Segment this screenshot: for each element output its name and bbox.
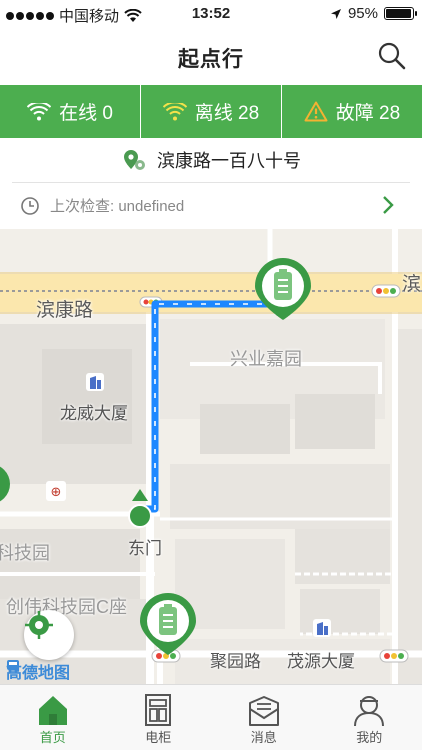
fault-filter[interactable]: 故障 28: [282, 85, 422, 138]
crosshair-icon: [25, 611, 53, 639]
online-label: 在线 0: [59, 103, 113, 124]
poi-maoyuan: 茂源大厦: [287, 652, 355, 671]
road-label-binkang-edge: 滨: [402, 274, 422, 295]
offline-filter[interactable]: 离线 28: [141, 85, 282, 138]
battery-fill: [386, 9, 411, 18]
tab-bar: 首页 电柜 消息 我的: [0, 684, 422, 750]
battery-icon: [384, 7, 417, 20]
page-title: 起点行: [178, 48, 244, 71]
address-text: 滨康路一百八十号: [157, 151, 301, 171]
clock-icon: [21, 196, 39, 215]
poi-longwei: 龙威大厦: [60, 404, 128, 423]
last-check-text: 上次检查: undefined: [50, 198, 185, 215]
location-arrow-icon: [330, 8, 341, 19]
tab-messages-label: 消息: [250, 730, 277, 745]
poi-xingye: 兴业嘉园: [230, 349, 302, 369]
chevron-right-icon[interactable]: [382, 195, 394, 215]
tab-profile-label: 我的: [356, 730, 383, 745]
tab-home[interactable]: 首页: [0, 685, 106, 750]
warning-icon: [304, 101, 328, 122]
locate-me-button[interactable]: [24, 610, 74, 660]
fault-label: 故障 28: [335, 103, 401, 124]
profile-icon: [354, 696, 385, 727]
wifi-online-icon: [27, 102, 52, 120]
message-icon: [248, 696, 279, 726]
battery-percent: 95%: [347, 5, 378, 22]
road-label-juyuan: 聚园路: [210, 652, 261, 671]
status-right: 95%: [330, 5, 417, 22]
search-icon[interactable]: [376, 40, 408, 72]
tab-cabinet-label: 电柜: [145, 730, 172, 745]
cabinet-icon: [145, 694, 172, 726]
offline-label: 离线 28: [194, 103, 260, 124]
tab-profile[interactable]: 我的: [317, 685, 422, 750]
amap-logo: 高德地图: [6, 659, 70, 683]
tab-messages[interactable]: 消息: [211, 685, 317, 750]
tab-cabinet[interactable]: 电柜: [106, 685, 212, 750]
wifi-offline-icon: [162, 102, 187, 120]
poi-keji: 科技园: [0, 543, 50, 563]
bus-icon: [7, 660, 19, 673]
map-view[interactable]: ⊕ 滨康路 滨 兴业嘉园 龙威大厦 科技园 东门 创伟科技园C座 聚园路 茂源大…: [0, 229, 422, 684]
device-status-strip: 在线 0 离线 28 故障 28: [0, 85, 422, 138]
poi-dongmen: 东门: [128, 539, 162, 558]
online-filter[interactable]: 在线 0: [0, 85, 141, 138]
svg-text:⊕: ⊕: [51, 485, 62, 500]
status-bar: 中国移动 13:52 95%: [0, 0, 422, 28]
last-check-row[interactable]: 上次检查: undefined: [0, 183, 422, 228]
tab-home-label: 首页: [39, 730, 66, 745]
home-icon: [38, 696, 67, 725]
road-label-binkang: 滨康路: [36, 300, 94, 321]
location-pin-icon: [124, 150, 145, 170]
current-location-row: 滨康路一百八十号: [0, 138, 422, 182]
nav-bar: 起点行: [0, 28, 422, 84]
